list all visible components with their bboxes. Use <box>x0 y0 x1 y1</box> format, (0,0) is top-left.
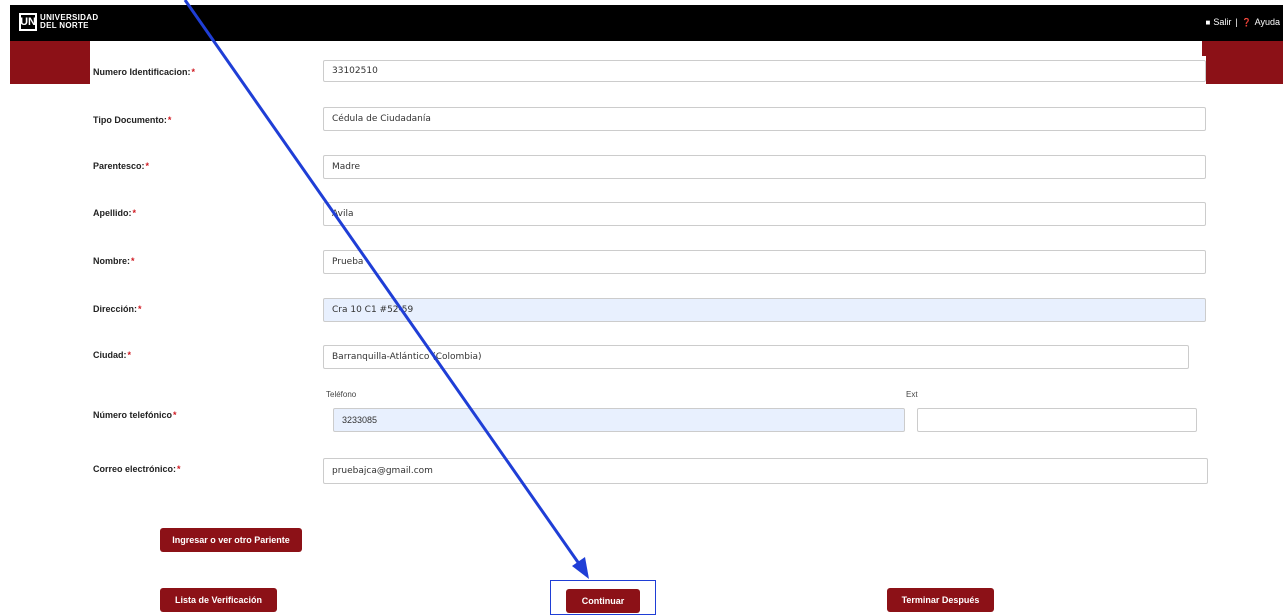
annotation-arrow <box>183 0 589 579</box>
